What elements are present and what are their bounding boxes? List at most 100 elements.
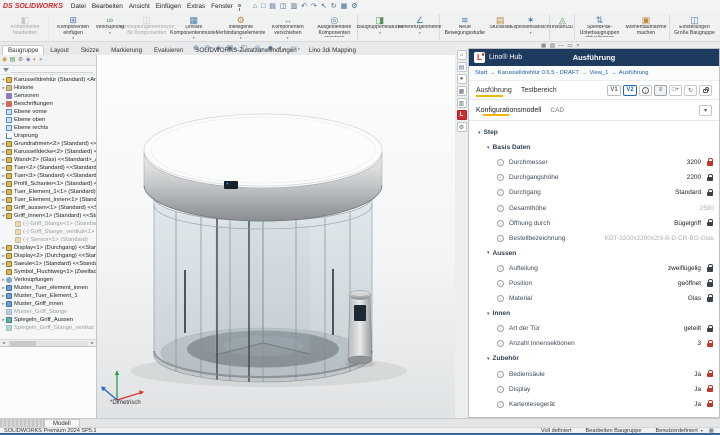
commandmanager-tab[interactable]: Skizze <box>75 45 105 56</box>
commandmanager-tab[interactable]: Lino 3di Mapping <box>303 45 362 56</box>
tree-item[interactable]: Sensoren <box>1 92 96 100</box>
commandmanager-tab[interactable]: Baugruppe <box>2 45 44 56</box>
tree-item[interactable]: ▸ Display<1> (Durchgang) <<Standard <box>1 244 96 252</box>
lock-icon[interactable] <box>705 341 714 348</box>
tree-item[interactable]: ▸ Karusselldecke<2> (Standard) <<Standar… <box>1 148 96 156</box>
home-icon[interactable]: ⌂ <box>253 1 257 13</box>
parameter-row[interactable]: Öffnung durch Bügelgriff <box>474 216 714 231</box>
displaymanager-icon[interactable]: ◐ <box>33 55 37 65</box>
mate-references-button[interactable]: ◫ Verknüpfungsreferenzen für Komponenten <box>123 14 170 40</box>
config-dropdown-button[interactable]: ▾ <box>699 105 712 116</box>
lino-tab-icon[interactable]: L <box>457 110 467 120</box>
parameter-row[interactable]: Durchgang Standard <box>474 185 714 200</box>
parameter-value[interactable]: 3200 <box>687 159 701 166</box>
propertymanager-icon[interactable]: ▤ <box>10 55 16 65</box>
parameter-row[interactable]: Innen <box>474 306 714 321</box>
parameter-value[interactable]: Glas <box>688 295 701 302</box>
version-button[interactable]: V2 <box>623 85 637 96</box>
view-orientation-icon[interactable]: ▣▾ <box>227 44 236 54</box>
parameter-value[interactable]: 3 <box>697 340 701 347</box>
tree-item[interactable]: ▸ Tuer<2> (Standard) <<Standard>_A <box>1 164 96 172</box>
large-assembly-settings-button[interactable]: ◫ Einstellungen Große Baugruppe <box>671 14 718 40</box>
tree-item[interactable]: ▸ Muster_Griff_innen <box>1 300 96 308</box>
take-snapshot-button[interactable]: ▣ Momentaufnahme machen <box>623 14 670 40</box>
print-icon[interactable]: ▥ <box>290 1 297 13</box>
tree-item[interactable]: Ursprung <box>1 132 96 140</box>
scrollbar-thumb[interactable] <box>10 341 36 346</box>
info-icon[interactable]: i <box>639 85 652 96</box>
tree-item[interactable]: ▸ Wand<2> (Glas) <<Standard>_Anzeige <box>1 156 96 164</box>
redo-icon[interactable]: ↷ <box>311 1 317 13</box>
appearance-icon[interactable]: ◆ <box>268 44 274 54</box>
lock-icon[interactable] <box>705 386 714 393</box>
reference-geometry-button[interactable]: ∠ Referenzgeometrie ▾ <box>400 14 440 40</box>
display-style-icon[interactable]: ◫▾ <box>241 44 250 54</box>
tree-item[interactable]: Spiegeln_Griff_Stange_vertikal <box>1 324 96 332</box>
lock-icon[interactable] <box>705 159 714 166</box>
insert-components-button[interactable]: ⊞ Komponenten einfügen ▾ <box>50 14 96 40</box>
tree-item[interactable]: ▸ Tuer_Element_1<1> (Standard) <<Stand <box>1 188 96 196</box>
save-icon[interactable]: ◫ <box>280 1 287 13</box>
parameter-row[interactable]: Bestellbezeichnung KDT-3200x2200x2/3-B-D… <box>474 231 714 246</box>
pin-menu-icon[interactable] <box>238 4 241 7</box>
parameter-row[interactable]: Aufteilung zweiflügelig <box>474 261 714 276</box>
tree-item[interactable]: ▸ Saeule<1> (Standard) <<Standard> <box>1 260 96 268</box>
config-model-value[interactable]: CAD <box>550 107 564 114</box>
tree-item[interactable]: (-) Sensor<1> (Standard) <box>1 236 96 244</box>
tree-item[interactable]: Symbol_Fluchtweg<1> (Zweifach_Fl <box>1 268 96 276</box>
hide-show-icon[interactable]: ◎▾ <box>254 44 263 54</box>
doc-minimize-icon[interactable]: — <box>558 43 564 49</box>
tree-item[interactable]: ▸ Griff_aussen<1> (Standard) <<Standard <box>1 204 96 212</box>
tree-filter[interactable] <box>0 66 96 75</box>
tree-item[interactable]: ▸ Muster_Tuer_Element_1 <box>1 292 96 300</box>
lock-icon[interactable] <box>705 175 714 182</box>
lock-icon[interactable] <box>705 280 714 287</box>
parameter-value[interactable]: geöffnet <box>678 280 701 287</box>
move-component-button[interactable]: ↔ Komponenten verschieben ▾ <box>264 14 311 40</box>
resources-home-icon[interactable]: ⌂ <box>457 50 467 60</box>
tree-item[interactable]: Ebene rechts <box>1 124 96 132</box>
tree-item[interactable]: ▸ Grundrahmen<2> (Standard) <<Standard <box>1 140 96 148</box>
featuremanager-tree-icon[interactable]: ◉ <box>2 55 7 65</box>
menu-item[interactable]: Einfügen <box>153 3 184 10</box>
parameter-row[interactable]: Durchmesser 3200 <box>474 155 714 170</box>
more-tabs-icon[interactable]: » <box>39 55 42 65</box>
parameter-value[interactable]: KDT-3200x2200x2/3-B-D-CR-BG-Glas <box>605 235 714 242</box>
parameter-row[interactable]: Step <box>474 125 714 140</box>
assembly-features-button[interactable]: ◨ Baugruppenfeatures ▾ <box>359 14 400 40</box>
bom-button[interactable]: ▤ Stückliste <box>488 14 512 40</box>
commandmanager-tab[interactable]: Layout <box>44 45 75 56</box>
tree-item[interactable]: ▸ Display<2> (Durchgang) <<Standard <box>1 252 96 260</box>
file-properties-icon[interactable]: ▦ <box>341 1 348 13</box>
lock-icon[interactable] <box>705 295 714 302</box>
speedpak-update-button[interactable]: ⇅ SpeedPak-Unterbaugruppen aktualisieren <box>576 14 623 40</box>
custom-properties-icon[interactable]: ▥ <box>457 98 467 108</box>
parameter-row[interactable]: Kartenlesegerät Ja <box>474 397 714 412</box>
tree-item[interactable]: ▾ Karusselldrehtür (Standard) <Anzeigezu… <box>1 76 96 84</box>
document-tab[interactable]: Modell <box>44 419 80 427</box>
configurationmanager-icon[interactable]: ⚙ <box>18 55 23 65</box>
menu-item[interactable]: Datei <box>68 3 89 10</box>
parameter-value[interactable]: Bügelgriff <box>674 220 701 227</box>
breadcrumb-link[interactable]: Start <box>475 70 498 76</box>
tree-item[interactable]: ▾ Griff_innen<1> (Standard) <<Standard <box>1 212 96 220</box>
tree-item[interactable]: Ebene vorne <box>1 108 96 116</box>
doc-cascade-icon[interactable]: ▦ <box>541 43 546 49</box>
refresh-icon[interactable]: ↻ <box>684 85 697 96</box>
edit-component-button[interactable]: ◧ Komponente bearbeiten <box>2 14 49 40</box>
motion-study-splitter[interactable] <box>0 419 44 427</box>
tree-item[interactable]: (-) Griff_Stange_vertikal<1> (Standard <box>1 228 96 236</box>
instant3d-button[interactable]: ◬ Instant3D <box>551 14 575 40</box>
select-icon[interactable]: ↖ <box>321 1 327 13</box>
parameter-row[interactable]: Aussen <box>474 246 714 261</box>
graphics-viewport[interactable] <box>97 42 455 418</box>
parameter-value[interactable]: Standard <box>675 189 701 196</box>
filter-input[interactable] <box>11 68 93 73</box>
smart-fasteners-button[interactable]: ⚙ Intelligente Verbindungselemente ▾ <box>217 14 264 40</box>
parameter-row[interactable]: Bediensäule Ja <box>474 367 714 382</box>
parameter-value[interactable]: Ja <box>694 386 701 393</box>
parameter-value[interactable]: Ja <box>694 371 701 378</box>
lock-icon[interactable] <box>705 371 714 378</box>
tree-horizontal-scrollbar[interactable]: ◂ ▸ <box>0 339 96 346</box>
dimxpert-icon[interactable]: ◈ <box>26 55 31 65</box>
